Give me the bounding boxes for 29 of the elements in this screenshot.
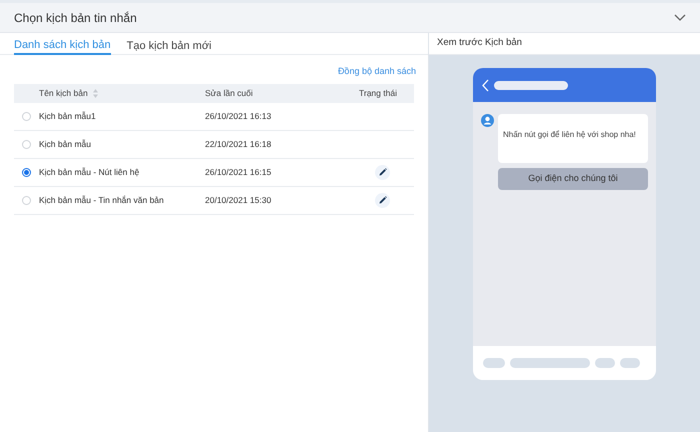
table-cell: Kịch bản mẫu [39,138,91,149]
table-cell: Kịch bản mẫu1 [39,110,96,121]
table-cell: 26/10/2021 16:13 [205,110,272,121]
sync-link[interactable]: Đồng bộ danh sách [338,65,416,78]
table-cell: 22/10/2021 16:18 [205,138,272,149]
chevron-down-icon[interactable] [674,14,686,22]
message-text: Nhấn nút gọi để liên hệ với shop nha! [503,130,636,139]
call-button[interactable]: Gọi điện cho chúng tôi [498,168,648,190]
radio-button[interactable] [22,168,31,176]
footer-placeholder-bar [620,358,640,368]
table-cell: 26/10/2021 16:15 [205,166,272,177]
dialog-title: Chọn kịch bản tin nhắn [14,10,137,26]
table-cell: Kịch bản mẫu - Tin nhắn văn bản [39,194,164,205]
pencil-icon [378,168,386,176]
edit-button[interactable] [375,164,390,180]
column-header: Sửa lần cuối [205,88,253,98]
user-avatar-icon [481,114,494,127]
column-header: Trạng thái [359,86,397,100]
table-cell: Kịch bản mẫu - Nút liên hệ [39,166,140,177]
footer-placeholder-bar [483,358,505,368]
tab[interactable]: Danh sách kịch bản [14,33,111,55]
tab[interactable]: Tạo kịch bản mới [126,33,212,55]
back-icon[interactable] [482,78,489,92]
preview-title: Xem trước Kịch bản [437,36,522,50]
pencil-icon [378,196,386,204]
column-header: Tên kịch bản [39,86,88,100]
table-cell: 20/10/2021 15:30 [205,194,272,205]
footer-placeholder-bar [595,358,615,368]
edit-button[interactable] [375,192,390,208]
